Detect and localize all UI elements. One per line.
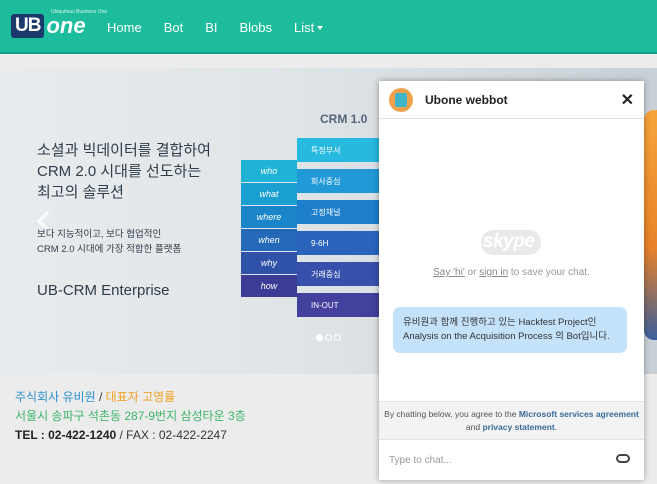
chat-header: Ubone webbot ✕ bbox=[379, 81, 644, 119]
tel: TEL : 02-422-1240 bbox=[15, 428, 117, 442]
carousel-dot-2[interactable] bbox=[325, 334, 332, 341]
separator: / bbox=[95, 390, 106, 404]
sign-in-link[interactable]: sign in bbox=[479, 267, 508, 278]
cube-why: why bbox=[241, 252, 297, 274]
nav-list-label: List bbox=[294, 19, 315, 35]
chat-input-row bbox=[379, 439, 644, 480]
cube-hours: 9-6H bbox=[297, 231, 379, 255]
crm-label: CRM 1.0 bbox=[320, 112, 368, 126]
navbar: UB one Ubiquitous Business One Home Bot … bbox=[0, 0, 657, 54]
skype-logo: skype bbox=[483, 231, 535, 252]
cube-how: how bbox=[241, 275, 297, 297]
nav-blobs[interactable]: Blobs bbox=[240, 20, 273, 35]
headline-line-1: 소셜과 빅데이터를 결합하여 bbox=[37, 142, 211, 159]
signin-prompt: Say 'hi' or sign in to save your chat. bbox=[379, 267, 644, 278]
close-chat-button[interactable]: ✕ bbox=[621, 90, 634, 110]
nav-bi[interactable]: BI bbox=[205, 20, 217, 35]
hero-subtext: 보다 지능적이고, 보다 협업적인 CRM 2.0 시대에 가장 적합한 플랫폼 bbox=[37, 227, 181, 257]
logo-ub: UB bbox=[11, 14, 45, 38]
page: UB one Ubiquitous Business One Home Bot … bbox=[0, 0, 657, 484]
company-info: 주식회사 유비원 / 대표자 고영률 서울시 송파구 석촌동 287-9번지 삼… bbox=[15, 388, 246, 445]
say-hi-link[interactable]: Say 'hi' bbox=[433, 267, 465, 278]
hero-headline: 소셜과 빅데이터를 결합하여 CRM 2.0 시대를 선도하는 최고의 솔루션 bbox=[37, 140, 211, 203]
logo-one: one bbox=[46, 13, 86, 38]
carousel-dot-1[interactable] bbox=[316, 334, 323, 341]
fax: / FAX : 02-422-2247 bbox=[116, 428, 227, 442]
company-address: 서울시 송파구 석촌동 287-9번지 삼성타운 3층 bbox=[15, 409, 246, 423]
cube-dept: 특정부서 bbox=[297, 138, 379, 162]
company-line: 주식회사 유비원 / 대표자 고영률 bbox=[15, 388, 246, 407]
headline-line-2: CRM 2.0 시대를 선도하는 bbox=[37, 163, 202, 180]
cube-who: who bbox=[241, 160, 297, 182]
cube-transaction: 거래중심 bbox=[297, 262, 379, 286]
product-name: UB-CRM Enterprise bbox=[37, 282, 170, 299]
privacy-statement-link[interactable]: privacy statement bbox=[482, 422, 554, 432]
services-agreement-link[interactable]: Microsoft services agreement bbox=[519, 409, 639, 419]
decorative-graphic-edge bbox=[644, 110, 657, 340]
carousel-dot-3[interactable] bbox=[334, 334, 341, 341]
legal-end: . bbox=[554, 422, 558, 432]
sub-line-1: 보다 지능적이고, 보다 협업적인 bbox=[37, 229, 162, 240]
nav-menu: Home Bot BI Blobs List bbox=[96, 0, 334, 54]
legal-and: and bbox=[465, 422, 483, 432]
bot-message-bubble: 유비원과 함께 진행하고 있는 Hackfest Project인 Analys… bbox=[393, 307, 627, 353]
chat-input[interactable] bbox=[389, 454, 609, 466]
sub-line-2: CRM 2.0 시대에 가장 적합한 플랫폼 bbox=[37, 244, 182, 255]
chat-title: Ubone webbot bbox=[425, 92, 508, 107]
brand-logo[interactable]: UB one Ubiquitous Business One bbox=[11, 9, 107, 39]
nav-home[interactable]: Home bbox=[107, 20, 142, 35]
ceo-name: 대표자 고영률 bbox=[105, 390, 176, 404]
cube-channel: 고정채널 bbox=[297, 200, 379, 224]
chat-widget: Ubone webbot ✕ skype Say 'hi' or sign in… bbox=[379, 81, 644, 480]
bot-avatar-icon bbox=[389, 87, 413, 112]
legal-text: By chatting below, you agree to the bbox=[384, 409, 519, 419]
cube-what: what bbox=[241, 183, 297, 205]
nav-bot[interactable]: Bot bbox=[164, 20, 184, 35]
company-name: 주식회사 유비원 bbox=[15, 390, 96, 404]
headline-line-3: 최고의 솔루션 bbox=[37, 184, 124, 201]
cube-where: where bbox=[241, 206, 297, 228]
cube-company: 회사중심 bbox=[297, 169, 379, 193]
cube-inout: IN-OUT bbox=[297, 293, 379, 317]
signin-suffix: to save your chat. bbox=[508, 267, 590, 278]
carousel-indicators bbox=[316, 334, 341, 341]
signin-or: or bbox=[464, 267, 480, 278]
chat-legal-notice: By chatting below, you agree to the Micr… bbox=[379, 401, 644, 439]
contact-line: TEL : 02-422-1240 / FAX : 02-422-2247 bbox=[15, 426, 246, 445]
attachment-icon[interactable] bbox=[616, 454, 630, 463]
nav-list-dropdown[interactable]: List bbox=[294, 19, 324, 35]
cube-when: when bbox=[241, 229, 297, 251]
caret-down-icon bbox=[317, 26, 324, 31]
